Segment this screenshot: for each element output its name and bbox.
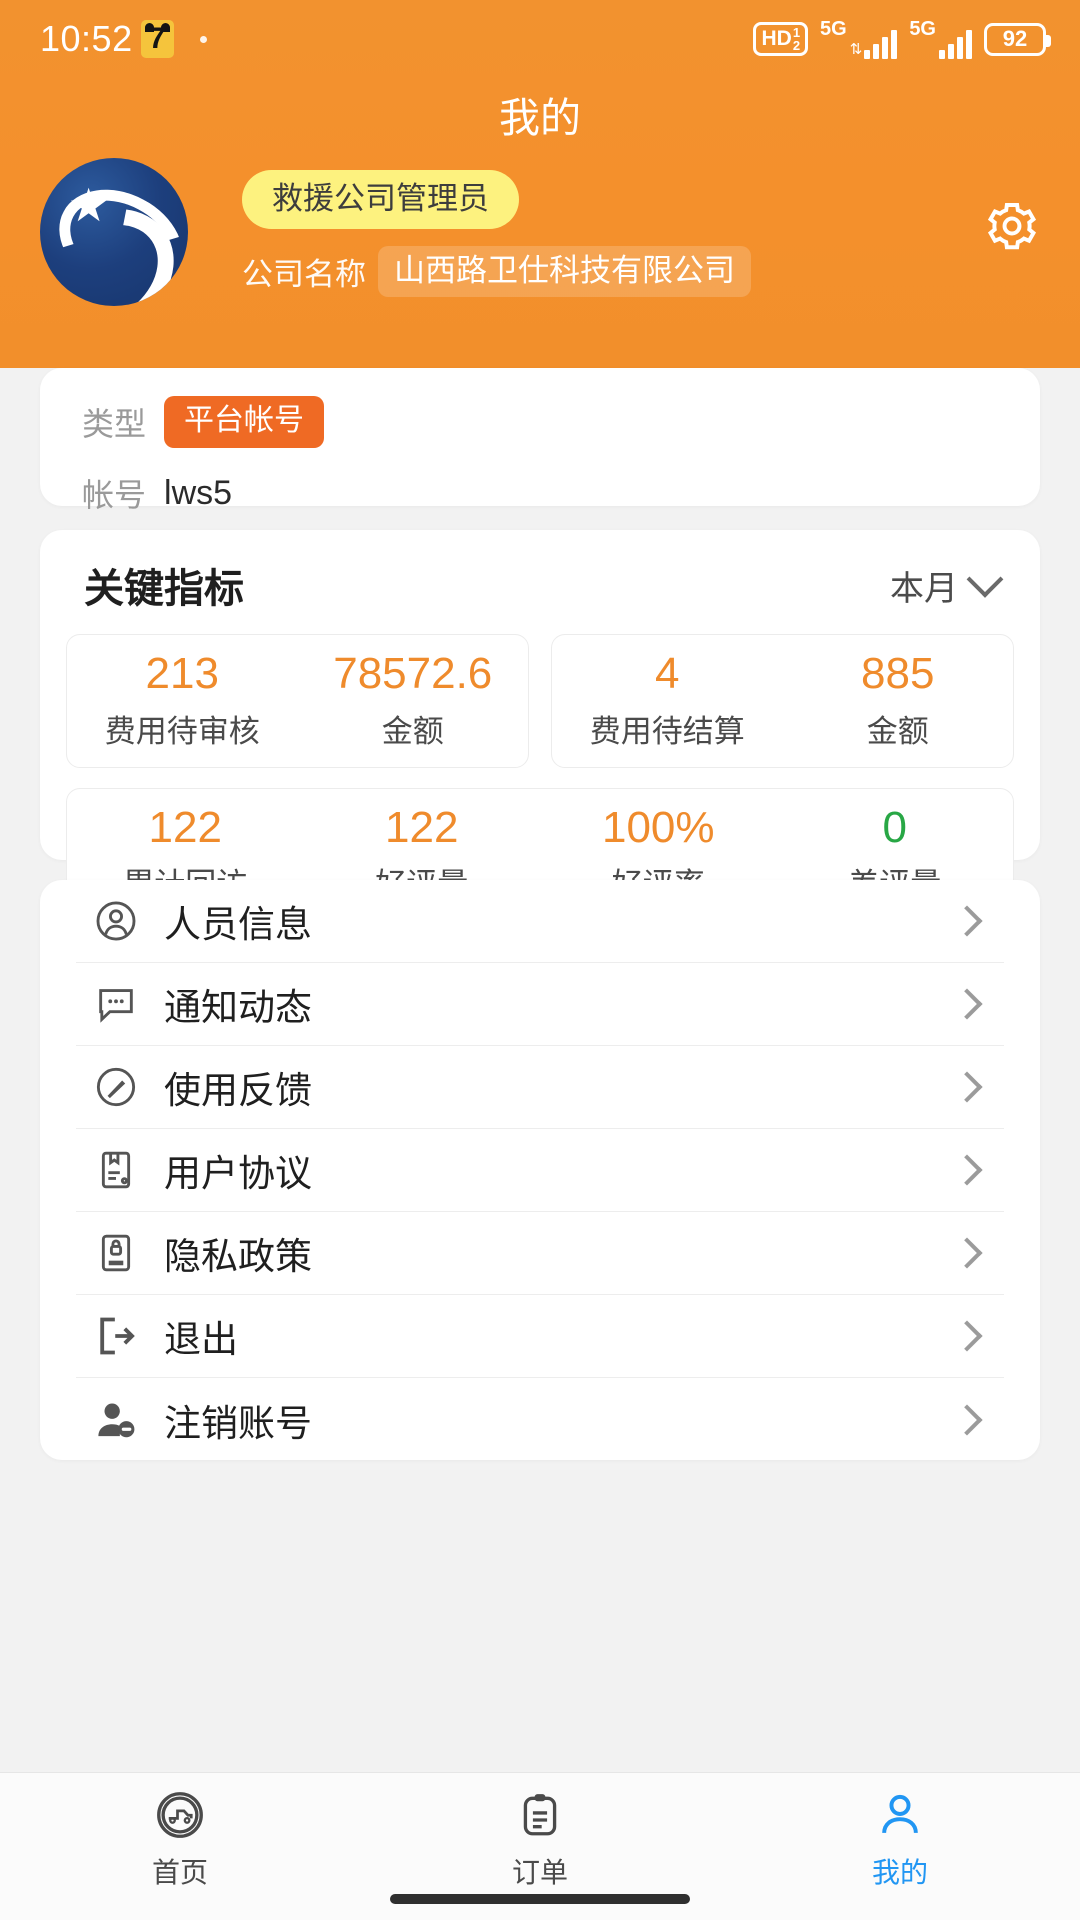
lock-card-icon xyxy=(90,1227,142,1279)
menu-item-label: 通知动态 xyxy=(164,987,312,1028)
network-type-2: 5G xyxy=(909,18,936,40)
company-name: 山西路卫仕科技有限公司 xyxy=(378,246,751,297)
company-row: 公司名称 山西路卫仕科技有限公司 xyxy=(242,246,751,297)
metric-label: 金额 xyxy=(381,713,444,749)
mobile-screen: 10:52 7 HD 1 2 5G ⇅ 5G 92 我的 救援公司管理员 公司名… xyxy=(0,0,1080,1920)
battery-icon: 92 xyxy=(984,22,1051,56)
hd-voice-icon: HD 1 2 xyxy=(753,22,809,56)
signal-bars-2-icon xyxy=(939,29,972,59)
metric-label: 费用待结算 xyxy=(589,713,745,749)
pen-circle-icon xyxy=(90,1061,142,1113)
chevron-right-icon xyxy=(951,988,983,1020)
menu-item-7[interactable]: 注销账号 xyxy=(76,1378,1004,1460)
clipboard-icon xyxy=(512,1787,568,1843)
metric-label: 费用待审核 xyxy=(104,713,260,749)
account-card: 类型 平台帐号 帐号 lws5 xyxy=(40,368,1040,513)
cat-emoji-icon: 7 xyxy=(140,20,174,58)
menu-item-3[interactable]: 使用反馈 xyxy=(76,1046,1004,1129)
metrics-header: 关键指标 本月 xyxy=(66,556,1014,614)
menu-item-1[interactable]: 人员信息 xyxy=(76,880,1004,963)
home-indicator xyxy=(390,1894,690,1904)
menu-item-label: 用户协议 xyxy=(164,1153,312,1194)
account-type-badge: 平台帐号 xyxy=(164,396,325,448)
chevron-right-icon xyxy=(951,1154,983,1186)
tab-mine[interactable]: 我的 xyxy=(720,1787,1080,1891)
signal-group-1: 5G ⇅ xyxy=(820,18,898,59)
chevron-right-icon xyxy=(951,1237,983,1269)
chat-bubble-icon xyxy=(90,978,142,1030)
page-title: 我的 xyxy=(499,95,581,141)
tab-home-label: 首页 xyxy=(151,1857,208,1888)
avatar[interactable] xyxy=(40,158,188,306)
metric-value: 213 xyxy=(145,649,219,698)
signal-bars-1-icon xyxy=(864,29,898,59)
metric-value: 4 xyxy=(655,649,680,698)
tab-orders-label: 订单 xyxy=(511,1857,568,1888)
metric-value: 885 xyxy=(861,649,935,698)
metric-cell[interactable]: 4 费用待结算 xyxy=(552,649,783,751)
metric-row: 213 费用待审核 78572.6 金额 4 费用待结算 885 金额 xyxy=(66,634,1014,768)
menu-item-4[interactable]: 用户协议 xyxy=(76,1129,1004,1212)
menu-card: 人员信息通知动态使用反馈用户协议隐私政策退出注销账号 xyxy=(40,880,1040,1460)
logout-icon xyxy=(90,1310,142,1362)
chevron-right-icon xyxy=(951,905,983,937)
status-bar-right: HD 1 2 5G ⇅ 5G 92 xyxy=(753,18,1051,59)
network-type-1: 5G xyxy=(820,18,847,40)
chevron-right-icon xyxy=(951,1403,983,1436)
account-id-value: lws5 xyxy=(164,473,233,512)
menu-item-label: 使用反馈 xyxy=(164,1070,312,1111)
menu-item-label: 退出 xyxy=(164,1319,238,1360)
menu-item-6[interactable]: 退出 xyxy=(76,1295,1004,1378)
chevron-right-icon xyxy=(951,1071,983,1103)
metric-group: 4 费用待结算 885 金额 xyxy=(551,634,1014,768)
tow-truck-icon xyxy=(152,1787,208,1843)
profile-section: 救援公司管理员 公司名称 山西路卫仕科技有限公司 xyxy=(40,158,1040,306)
account-type-row: 类型 平台帐号 xyxy=(82,396,998,448)
period-selector[interactable]: 本月 xyxy=(890,560,1004,610)
metrics-title: 关键指标 xyxy=(84,567,244,611)
tab-orders[interactable]: 订单 xyxy=(360,1787,720,1891)
menu-item-label: 隐私政策 xyxy=(164,1236,312,1277)
menu-item-2[interactable]: 通知动态 xyxy=(76,963,1004,1046)
gear-icon[interactable] xyxy=(984,198,1040,254)
metric-cell[interactable]: 78572.6 金额 xyxy=(298,649,529,751)
notification-dot-icon xyxy=(199,35,207,43)
chevron-down-icon xyxy=(966,560,1004,598)
account-type-label: 类型 xyxy=(82,406,147,442)
menu-item-label: 人员信息 xyxy=(164,904,312,945)
metric-value: 78572.6 xyxy=(333,649,493,698)
bottom-tab-bar: 首页 订单 我的 xyxy=(0,1772,1080,1920)
battery-level: 92 xyxy=(1002,26,1028,51)
account-id-label: 帐号 xyxy=(82,477,147,513)
hd-label: HD xyxy=(761,26,792,50)
status-bar-left: 10:52 7 xyxy=(40,18,207,60)
period-value: 本月 xyxy=(890,569,958,608)
data-arrows-icon: ⇅ xyxy=(849,41,863,58)
status-time: 10:52 xyxy=(40,18,133,59)
metric-label: 金额 xyxy=(866,713,929,749)
metrics-card: 关键指标 本月 213费用待审核78572.6金额4费用待结算885金额122累… xyxy=(40,530,1040,1075)
account-id-row: 帐号 lws5 xyxy=(82,470,998,516)
metric-cell[interactable]: 213 费用待审核 xyxy=(67,649,298,751)
company-label: 公司名称 xyxy=(242,257,366,292)
signal-group-2: 5G xyxy=(909,19,972,59)
person-icon xyxy=(872,1787,928,1843)
metric-value: 0 xyxy=(882,802,907,852)
menu-item-label: 注销账号 xyxy=(164,1402,312,1444)
metric-value: 100% xyxy=(601,802,715,852)
tab-mine-label: 我的 xyxy=(871,1857,928,1888)
metric-cell[interactable]: 885 金额 xyxy=(783,649,1014,751)
document-bookmark-icon xyxy=(90,1144,142,1196)
user-minus-icon xyxy=(90,1394,142,1446)
role-badge: 救援公司管理员 xyxy=(242,170,519,229)
tab-home[interactable]: 首页 xyxy=(0,1787,360,1891)
hd-denominator: 2 xyxy=(792,38,801,53)
status-bar: 10:52 7 HD 1 2 5G ⇅ 5G 92 xyxy=(0,0,1080,78)
menu-item-5[interactable]: 隐私政策 xyxy=(76,1212,1004,1295)
metric-group: 213 费用待审核 78572.6 金额 xyxy=(66,634,529,768)
metric-value: 122 xyxy=(385,802,459,852)
metric-value: 122 xyxy=(148,802,222,852)
chevron-right-icon xyxy=(951,1320,983,1352)
user-circle-icon xyxy=(90,895,142,947)
